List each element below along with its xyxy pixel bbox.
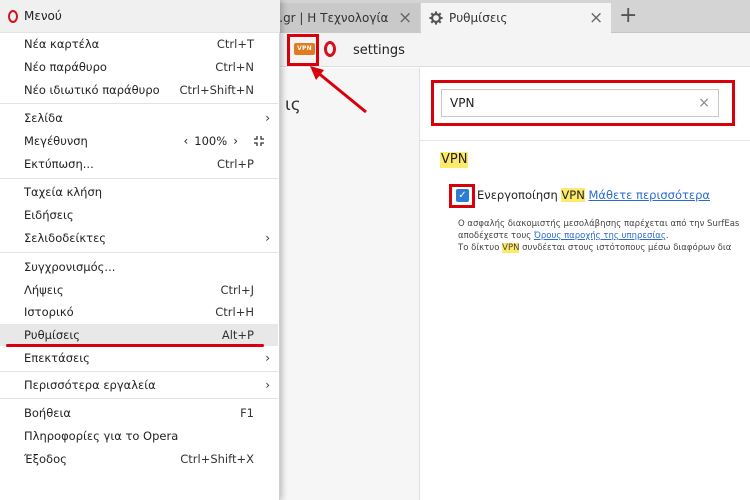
menu-item-shortcut: Ctrl+J <box>220 283 255 297</box>
menu-item-label: Ειδήσεις <box>24 208 74 222</box>
opera-logo-icon <box>8 9 18 23</box>
new-tab-button[interactable]: + <box>619 5 637 27</box>
divider <box>420 140 750 141</box>
menu-item-label: Ταχεία κλήση <box>24 185 103 199</box>
menu-separator <box>0 371 278 372</box>
chevron-right-icon: › <box>265 231 270 245</box>
zoom-out-button[interactable]: ‹ <box>183 134 188 148</box>
sidebar-heading-fragment: ις <box>285 95 301 115</box>
clear-icon[interactable]: × <box>698 95 710 111</box>
gear-icon <box>429 11 443 25</box>
red-arrow-annotation <box>310 66 367 114</box>
description-line: Ο ασφαλής διακομιστής μεσολάβησης παρέχε… <box>458 219 740 229</box>
menu-item-label: Νέο ιδιωτικό παράθυρο <box>24 83 160 97</box>
menu-item-shortcut: Ctrl+N <box>215 60 254 74</box>
menu-item-label: Επεκτάσεις <box>24 351 90 365</box>
menu-item-print[interactable]: Εκτύπωση... Ctrl+P <box>0 153 278 175</box>
description-text: Το δίκτυο <box>458 243 503 253</box>
menu-separator <box>0 252 278 253</box>
menu-item-downloads[interactable]: Λήψεις Ctrl+J <box>0 279 278 301</box>
opera-logo-icon <box>324 41 336 57</box>
menu-item-exit[interactable]: Έξοδος Ctrl+Shift+X <box>0 448 278 470</box>
menu-item-news[interactable]: Ειδήσεις <box>0 204 278 226</box>
close-icon[interactable]: × <box>398 9 412 27</box>
vpn-enable-checkbox[interactable]: ✓ <box>456 189 469 202</box>
opera-menu: Μενού Νέα καρτέλα Ctrl+T Νέο παράθυρο Ct… <box>0 0 280 500</box>
menu-item-label: Βοήθεια <box>24 406 71 420</box>
menu-item-about[interactable]: Πληροφορίες για το Opera <box>0 425 278 447</box>
menu-item-shortcut: Ctrl+Shift+N <box>179 83 254 97</box>
description-text: συνδέεται στους ιστότοπους μέσω διαφόρων… <box>519 243 732 253</box>
menu-item-private-window[interactable]: Νέο ιδιωτικό παράθυρο Ctrl+Shift+N <box>0 79 278 101</box>
menu-item-bookmarks[interactable]: Σελιδοδείκτες › <box>0 227 278 249</box>
learn-more-link[interactable]: Μάθετε περισσότερα <box>588 188 710 202</box>
enable-label-highlight: VPN <box>561 188 585 202</box>
menu-item-sync[interactable]: Συγχρονισμός... <box>0 256 278 278</box>
enable-label-text: Ενεργοποίηση <box>477 188 562 202</box>
menu-item-label: Μεγέθυνση <box>24 134 88 148</box>
menu-item-label: Ιστορικό <box>24 305 74 319</box>
description-line: Το δίκτυο VPN συνδέεται στους ιστότοπους… <box>458 242 750 254</box>
menu-item-shortcut: Ctrl+Shift+X <box>180 452 254 466</box>
menu-item-shortcut: Ctrl+H <box>215 305 254 319</box>
tab-settings[interactable]: Ρυθμίσεις × <box>421 3 611 33</box>
menu-item-speed-dial[interactable]: Ταχεία κλήση <box>0 181 278 203</box>
menu-separator <box>0 398 278 399</box>
description-line: αποδέχεστε τους Όρους παροχής της υπηρεσ… <box>458 230 750 242</box>
zoom-in-button[interactable]: › <box>233 134 238 148</box>
search-input[interactable] <box>450 96 699 110</box>
section-title-vpn: VPN <box>440 152 469 168</box>
settings-underline-annotation <box>6 344 264 347</box>
menu-item-shortcut: Alt+P <box>221 328 254 342</box>
menu-item-shortcut: F1 <box>240 406 254 420</box>
menu-item-history[interactable]: Ιστορικό Ctrl+H <box>0 301 278 323</box>
menu-item-settings[interactable]: Ρυθμίσεις Alt+P <box>0 324 278 346</box>
menu-item-label: Νέα καρτέλα <box>24 37 100 51</box>
description-highlight: VPN <box>502 243 520 253</box>
menu-item-label: Έξοδος <box>24 452 67 466</box>
menu-item-label: Εκτύπωση... <box>24 157 94 171</box>
vpn-enable-label: Ενεργοποίηση VPN Μάθετε περισσότερα <box>477 188 710 202</box>
menu-item-help[interactable]: Βοήθεια F1 <box>0 402 278 424</box>
menu-item-new-tab[interactable]: Νέα καρτέλα Ctrl+T <box>0 33 278 55</box>
description-text: αποδέχεστε τους <box>458 231 534 241</box>
menu-item-label: Πληροφορίες για το Opera <box>24 429 179 443</box>
menu-title: Μενού <box>24 9 62 23</box>
menu-item-label: Λήψεις <box>24 283 64 297</box>
zoom-level: 100% <box>194 134 228 148</box>
menu-item-label: Συγχρονισμός... <box>24 260 116 274</box>
description-text: . <box>665 231 669 241</box>
menu-header[interactable]: Μενού <box>0 0 280 33</box>
close-icon[interactable]: × <box>589 9 603 27</box>
vpn-description: Ο ασφαλής διακομιστής μεσολάβησης παρέχε… <box>458 218 750 254</box>
menu-item-label: Σελίδα <box>24 111 63 125</box>
menu-item-label: Ρυθμίσεις <box>24 328 80 342</box>
menu-item-label: Σελιδοδείκτες <box>24 231 107 245</box>
chevron-right-icon: › <box>265 111 270 125</box>
menu-item-shortcut: Ctrl+P <box>216 157 254 171</box>
menu-item-new-window[interactable]: Νέο παράθυρο Ctrl+N <box>0 56 278 78</box>
settings-sidebar <box>280 68 420 500</box>
menu-item-label: Νέο παράθυρο <box>24 60 107 74</box>
menu-item-label: Περισσότερα εργαλεία <box>24 378 156 392</box>
chevron-right-icon: › <box>265 378 270 392</box>
tab-title: Ρυθμίσεις <box>449 11 508 25</box>
chevron-right-icon: › <box>265 351 270 365</box>
fullscreen-icon[interactable] <box>254 136 264 146</box>
menu-separator <box>0 178 278 179</box>
zoom-control: ‹ 100% › <box>183 134 264 148</box>
address-input[interactable]: settings <box>353 43 405 58</box>
menu-item-page[interactable]: Σελίδα › <box>0 107 278 129</box>
menu-item-more-tools[interactable]: Περισσότερα εργαλεία › <box>0 374 278 396</box>
menu-item-extensions[interactable]: Επεκτάσεις › <box>0 347 278 369</box>
menu-item-shortcut: Ctrl+T <box>216 37 254 51</box>
menu-item-zoom[interactable]: Μεγέθυνση ‹ 100% › <box>0 130 278 152</box>
terms-link[interactable]: Όρους παροχής της υπηρεσίας <box>534 231 666 241</box>
menu-separator <box>0 103 278 104</box>
settings-search: × <box>441 89 719 117</box>
